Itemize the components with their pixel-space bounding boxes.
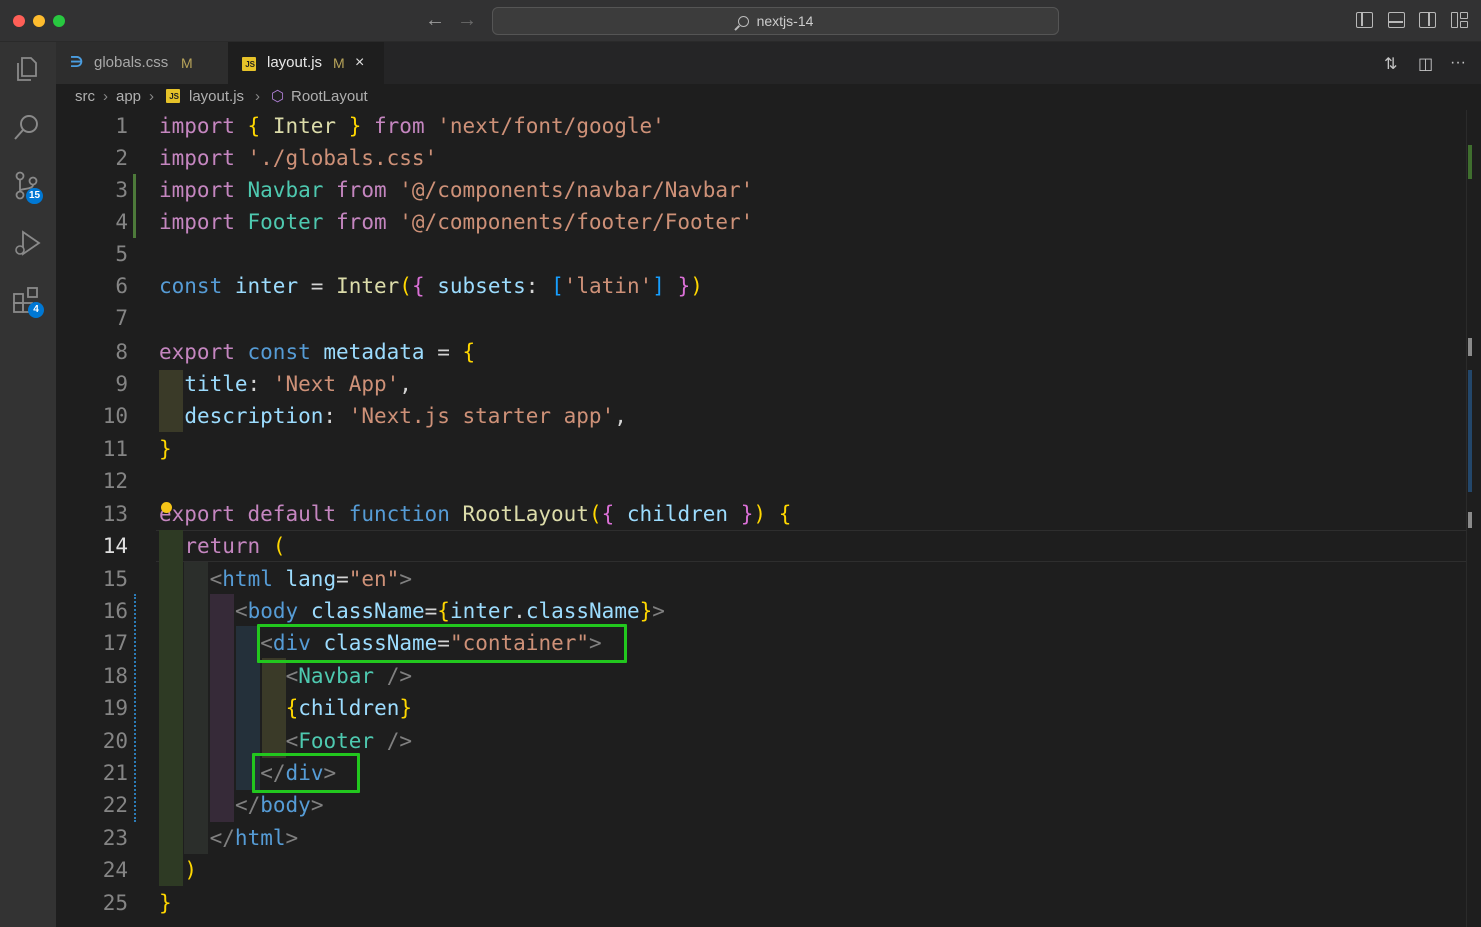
line-number: 13	[102, 502, 128, 526]
extensions-badge: 4	[28, 302, 44, 318]
current-line-highlight	[156, 530, 1466, 562]
customize-layout-icon[interactable]	[1451, 12, 1468, 28]
code-line[interactable]: import { Inter } from 'next/font/google'	[159, 110, 665, 142]
source-control-badge: 15	[26, 188, 44, 204]
highlight-box-div-close	[252, 753, 360, 793]
line-number: 17	[102, 631, 128, 655]
extensions-icon[interactable]: 4	[12, 286, 44, 318]
line-number: 12	[102, 469, 128, 493]
code-line[interactable]: </html>	[159, 822, 299, 854]
line-number: 20	[102, 729, 128, 753]
line-number: 2	[115, 146, 128, 170]
code-line[interactable]: export default function RootLayout({ chi…	[159, 498, 791, 530]
code-line[interactable]: const inter = Inter({ subsets: ['latin']…	[159, 270, 703, 302]
line-number: 16	[102, 599, 128, 623]
code-line[interactable]: )	[159, 854, 197, 886]
tab-globals-css[interactable]: ∋ globals.css M	[56, 42, 228, 84]
split-editor-icon[interactable]: ◫	[1418, 54, 1433, 74]
tab-close-icon[interactable]: ×	[355, 42, 364, 84]
code-line[interactable]: {children}	[159, 692, 412, 724]
open-changes-icon[interactable]: ⇅	[1384, 54, 1397, 74]
code-line[interactable]: </body>	[159, 789, 324, 821]
window-close-button[interactable]	[13, 15, 25, 27]
tab-layout-js[interactable]: JS layout.js M ×	[228, 42, 384, 84]
lightbulb-icon[interactable]	[161, 502, 172, 513]
line-number: 15	[102, 567, 128, 591]
breadcrumb: src › app › JS layout.js › ⬡ RootLayout	[56, 84, 1466, 110]
code-line[interactable]: import Navbar from '@/components/navbar/…	[159, 174, 753, 206]
code-editor[interactable]: 1 2 3 4 5 6 7 8 9 10 11 12 13 14 15 16 1…	[56, 110, 1466, 927]
line-number: 22	[102, 793, 128, 817]
code-line[interactable]: <Navbar />	[159, 660, 412, 692]
search-icon	[737, 16, 749, 27]
scroll-marker	[1468, 338, 1472, 356]
more-actions-icon[interactable]: ···	[1450, 54, 1466, 72]
run-and-debug-icon[interactable]	[12, 228, 42, 258]
line-number: 5	[115, 242, 128, 266]
line-number: 8	[115, 340, 128, 364]
chevron-right-icon: ›	[149, 88, 154, 105]
back-arrow-icon[interactable]: ←	[425, 9, 445, 31]
breadcrumb-item-file[interactable]: layout.js	[189, 84, 244, 110]
git-modified-indicator	[134, 594, 136, 822]
line-number: 6	[115, 274, 128, 298]
scroll-marker	[1468, 512, 1472, 528]
scroll-marker	[1468, 370, 1472, 492]
tab-label: layout.js	[267, 54, 323, 71]
symbol-function-icon: ⬡	[271, 88, 285, 105]
command-center-search[interactable]: nextjs-14	[492, 7, 1059, 35]
code-line[interactable]: export const metadata = {	[159, 336, 475, 368]
scroll-marker	[1468, 145, 1472, 179]
line-number: 21	[102, 761, 128, 785]
code-line[interactable]: <body className={inter.className}>	[159, 595, 665, 627]
line-number: 18	[102, 664, 128, 688]
line-number: 7	[115, 306, 128, 330]
tab-modified-indicator: M	[333, 55, 345, 71]
window-maximize-button[interactable]	[53, 15, 65, 27]
highlight-box-div-open	[257, 624, 627, 663]
code-line[interactable]: import './globals.css'	[159, 142, 437, 174]
source-control-icon[interactable]: 15	[12, 170, 44, 204]
editor-tab-bar: ∋ globals.css M JS layout.js M × ⇅ ◫ ···	[56, 42, 1481, 84]
code-line[interactable]: description: 'Next.js starter app',	[159, 400, 627, 432]
toggle-secondary-sidebar-icon[interactable]	[1419, 12, 1436, 28]
breadcrumb-item-symbol[interactable]: RootLayout	[291, 84, 368, 110]
code-line[interactable]: <html lang="en">	[159, 563, 412, 595]
line-number-active: 14	[102, 534, 128, 558]
tab-label: globals.css	[94, 54, 169, 71]
line-number: 11	[102, 437, 128, 461]
line-number: 24	[102, 858, 128, 882]
explorer-icon[interactable]	[12, 54, 42, 84]
tab-modified-indicator: M	[181, 55, 193, 71]
line-number: 25	[102, 891, 128, 915]
window-minimize-button[interactable]	[33, 15, 45, 27]
code-line[interactable]: title: 'Next App',	[159, 368, 412, 400]
chevron-right-icon: ›	[255, 88, 260, 105]
git-added-indicator	[133, 174, 136, 238]
code-line[interactable]: return (	[159, 530, 285, 562]
activity-bar: 15 4	[0, 42, 56, 927]
line-number: 1	[115, 114, 128, 138]
forward-arrow-icon[interactable]: →	[457, 9, 477, 31]
line-number: 19	[102, 696, 128, 720]
line-number: 3	[115, 178, 128, 202]
search-label: nextjs-14	[756, 13, 814, 29]
line-number: 23	[102, 826, 128, 850]
code-line[interactable]: import Footer from '@/components/footer/…	[159, 206, 753, 238]
line-number: 10	[102, 404, 128, 428]
search-icon[interactable]	[12, 112, 42, 142]
title-bar: ← → nextjs-14	[0, 0, 1481, 42]
js-file-icon: JS	[242, 55, 256, 71]
chevron-right-icon: ›	[103, 88, 108, 105]
line-number: 9	[115, 372, 128, 396]
code-line[interactable]: }	[159, 433, 172, 465]
line-number: 4	[115, 210, 128, 234]
code-line[interactable]: }	[159, 887, 172, 919]
css-file-icon: ∋	[70, 54, 84, 71]
breadcrumb-item-app[interactable]: app	[116, 84, 141, 110]
breadcrumb-item-src[interactable]: src	[75, 84, 95, 110]
toggle-panel-icon[interactable]	[1388, 12, 1405, 28]
toggle-primary-sidebar-icon[interactable]	[1356, 12, 1373, 28]
